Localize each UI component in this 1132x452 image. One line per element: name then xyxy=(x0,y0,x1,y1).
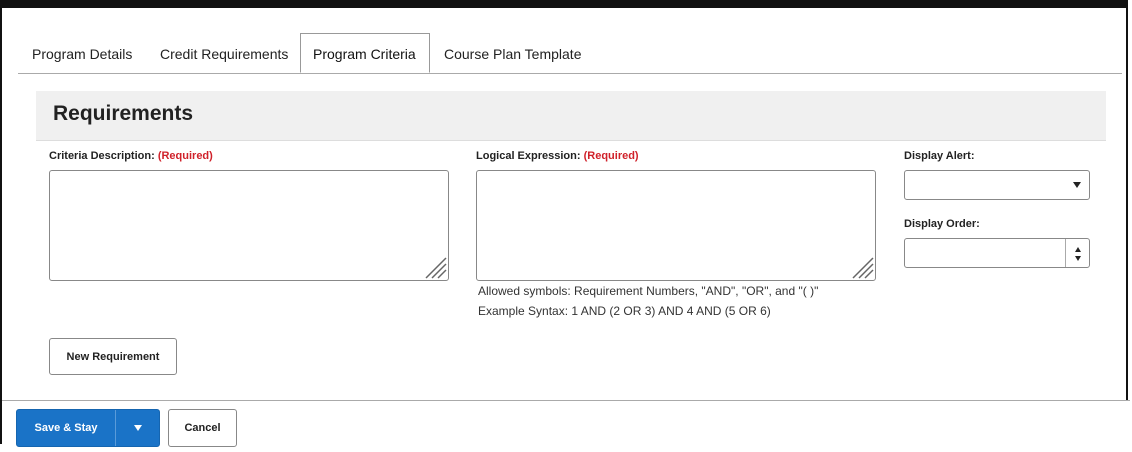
logical-expression-field[interactable] xyxy=(476,170,876,281)
save-stay-button[interactable]: Save & Stay xyxy=(17,410,115,446)
tab-bar: Program Details Credit Requirements Prog… xyxy=(18,33,1122,74)
tab-course-plan-template[interactable]: Course Plan Template xyxy=(444,37,581,71)
chevron-down-icon xyxy=(134,425,142,431)
required-marker: (Required) xyxy=(157,150,213,162)
stepper-buttons[interactable] xyxy=(1065,239,1089,267)
allowed-symbols-hint: Allowed symbols: Requirement Numbers, "A… xyxy=(478,284,819,298)
logical-expression-label: Logical Expression: (Required) xyxy=(476,150,639,162)
resize-grip-icon[interactable] xyxy=(421,253,447,279)
caret-down-icon[interactable] xyxy=(1075,256,1081,261)
required-marker: (Required) xyxy=(583,150,639,162)
display-alert-label: Display Alert: xyxy=(904,150,975,162)
tab-credit-requirements[interactable]: Credit Requirements xyxy=(160,37,288,71)
criteria-description-label: Criteria Description: (Required) xyxy=(49,150,213,162)
logical-expression-label-text: Logical Expression: xyxy=(476,150,581,162)
chevron-down-icon xyxy=(1073,182,1081,188)
section-title: Requirements xyxy=(53,102,194,125)
criteria-description-label-text: Criteria Description: xyxy=(49,150,155,162)
cancel-button[interactable]: Cancel xyxy=(168,409,237,447)
save-stay-split-button: Save & Stay xyxy=(16,409,160,447)
tab-program-details[interactable]: Program Details xyxy=(32,37,132,71)
caret-up-icon[interactable] xyxy=(1075,247,1081,252)
display-order-label: Display Order: xyxy=(904,218,980,230)
criteria-description-field[interactable] xyxy=(49,170,449,281)
resize-grip-icon[interactable] xyxy=(848,253,874,279)
section-header: Requirements xyxy=(36,91,1106,141)
display-alert-select[interactable] xyxy=(904,170,1090,200)
action-bar: Save & Stay Cancel xyxy=(2,400,1130,452)
app-window: Program Details Credit Requirements Prog… xyxy=(0,0,1130,452)
tab-program-criteria[interactable]: Program Criteria xyxy=(300,33,430,73)
example-syntax-hint: Example Syntax: 1 AND (2 OR 3) AND 4 AND… xyxy=(478,304,771,318)
display-order-stepper[interactable] xyxy=(904,238,1090,268)
new-requirement-button[interactable]: New Requirement xyxy=(49,338,177,375)
save-options-dropdown[interactable] xyxy=(115,410,159,446)
